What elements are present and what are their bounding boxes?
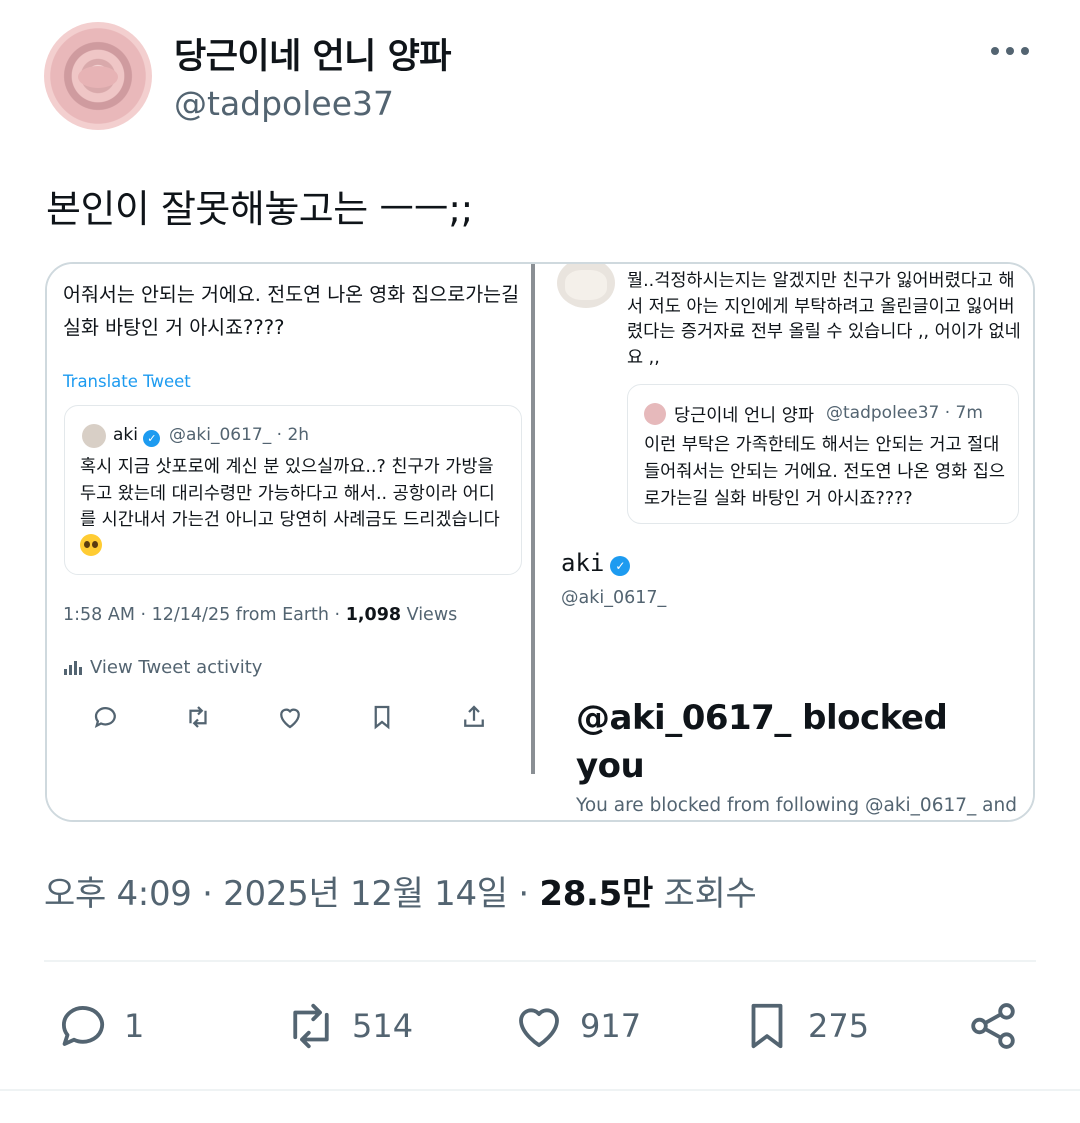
verified-badge-icon: ✓ bbox=[143, 430, 161, 447]
like-button[interactable]: 917 bbox=[512, 998, 641, 1054]
blocked-profile-name: aki ✓ bbox=[561, 549, 631, 577]
retweet-button[interactable]: 514 bbox=[284, 998, 413, 1054]
retweet-icon bbox=[293, 1003, 329, 1049]
share-icon bbox=[971, 1003, 1015, 1049]
quoted-tweet-right: 당근이네 언니 양파 @tadpolee37 · 7m 이런 부탁은 가족한테도… bbox=[627, 384, 1019, 524]
like-count: 917 bbox=[580, 1007, 642, 1045]
more-options-icon[interactable] bbox=[986, 36, 1034, 66]
bookmark-icon bbox=[374, 705, 390, 730]
tweet-timestamp: 오후 4:09 · 2025년 12월 14일 · 28.5만 조회수 bbox=[44, 874, 757, 914]
bookmark-count: 275 bbox=[808, 1007, 870, 1045]
translate-tweet-link: Translate Tweet bbox=[63, 372, 191, 391]
like-icon bbox=[280, 708, 300, 729]
screenshot-left: 어줘서는 안되는 거에요. 전도연 나온 영화 집으로가는길 실화 바탕인 거 … bbox=[47, 264, 532, 820]
reply-button[interactable]: 1 bbox=[56, 998, 144, 1054]
author-avatar[interactable] bbox=[44, 22, 152, 130]
blocked-subtitle: You are blocked from following @aki_0617… bbox=[576, 795, 1017, 816]
quoted-name: aki ✓ bbox=[113, 425, 161, 447]
screenshot-timestamp: 1:58 AM · 12/14/25 from Earth · 1,098 Vi… bbox=[63, 605, 458, 625]
analytics-icon bbox=[64, 660, 82, 675]
bookmark-button[interactable]: 275 bbox=[740, 998, 869, 1054]
retweet-count: 514 bbox=[352, 1007, 414, 1045]
timestamp-time[interactable]: 오후 4:09 bbox=[44, 874, 192, 914]
quoted-avatar-right bbox=[644, 403, 666, 425]
quoted-name-right: 당근이네 언니 양파 bbox=[674, 406, 814, 426]
quoted-body: 혹시 지금 삿포로에 계신 분 있으실까요..? 친구가 가방을 두고 왔는데 … bbox=[80, 454, 510, 560]
bottom-divider bbox=[0, 1089, 1080, 1091]
reply-icon bbox=[61, 1006, 105, 1046]
view-tweet-activity: View Tweet activity bbox=[64, 657, 262, 678]
quoted-avatar bbox=[82, 424, 106, 448]
timestamp-date[interactable]: 2025년 12월 14일 bbox=[223, 874, 508, 914]
screenshot-right-text: 뭘..걱정하시는지는 알겠지만 친구가 잃어버렸다고 해서 저도 아는 지인에게… bbox=[627, 271, 1021, 368]
author-display-name[interactable]: 당근이네 언니 양파 bbox=[174, 28, 451, 79]
divider bbox=[44, 960, 1036, 962]
reply-author-avatar bbox=[557, 264, 615, 308]
screenshot-right: 뭘..걱정하시는지는 알겠지만 친구가 잃어버렸다고 해서 저도 아는 지인에게… bbox=[535, 264, 1033, 820]
views-count[interactable]: 28.5만 bbox=[539, 874, 653, 914]
blocked-profile-handle: @aki_0617_ bbox=[561, 588, 667, 608]
share-button[interactable] bbox=[966, 998, 1020, 1054]
blocked-title: @aki_0617_ blocked you bbox=[576, 698, 948, 786]
bookmark-icon bbox=[751, 1003, 783, 1049]
author-handle[interactable]: @tadpolee37 bbox=[174, 84, 394, 123]
screenshot-action-bar bbox=[91, 702, 491, 732]
views-label: 조회수 bbox=[663, 874, 757, 914]
reply-count: 1 bbox=[124, 1007, 145, 1045]
tweet-media-image[interactable]: 어줘서는 안되는 거에요. 전도연 나온 영화 집으로가는길 실화 바탕인 거 … bbox=[45, 262, 1035, 822]
quoted-meta: @aki_0617_ · 2h bbox=[169, 425, 310, 445]
share-icon bbox=[464, 705, 484, 727]
quoted-handle-right: @tadpolee37 · 7m bbox=[826, 403, 983, 423]
pleading-face-emoji-icon bbox=[80, 533, 102, 556]
reply-icon bbox=[94, 707, 116, 728]
retweet-icon bbox=[189, 706, 207, 728]
screenshot-left-text: 어줘서는 안되는 거에요. 전도연 나온 영화 집으로가는길 실화 바탕인 거 … bbox=[63, 283, 520, 339]
quoted-tweet: aki ✓ @aki_0617_ · 2h 혹시 지금 삿포로에 계신 분 있으… bbox=[64, 405, 522, 575]
tweet-text: 본인이 잘못해놓고는 ㅡㅡ;; bbox=[46, 187, 473, 231]
verified-badge-icon: ✓ bbox=[610, 556, 631, 576]
like-icon bbox=[519, 1008, 559, 1048]
quoted-body-right: 이런 부탁은 가족한테도 해서는 안되는 거고 절대 들어줘서는 안되는 거에요… bbox=[644, 435, 1005, 509]
